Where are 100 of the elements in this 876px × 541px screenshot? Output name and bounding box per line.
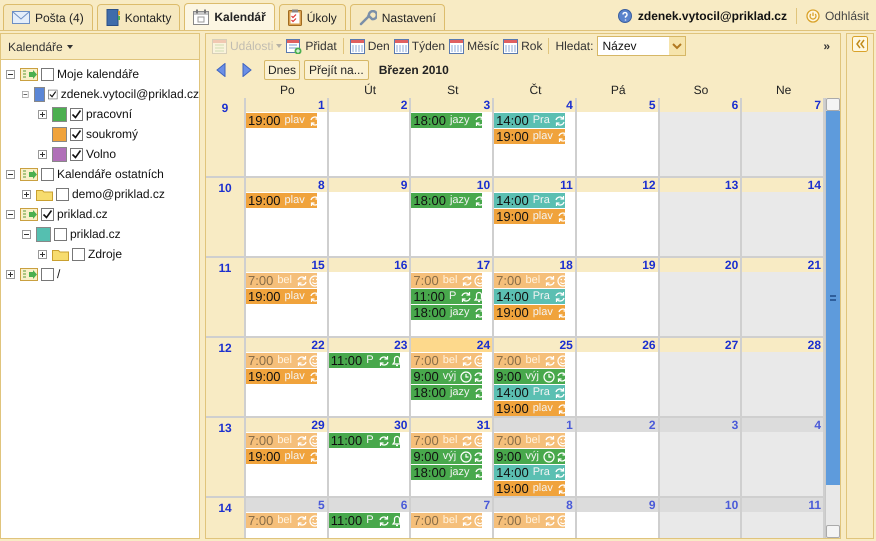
day-cell[interactable]: 4 — [742, 418, 825, 498]
calendar-event[interactable]: 14:00 Pra — [494, 113, 566, 128]
day-cell[interactable]: 10 — [660, 498, 742, 538]
week-number[interactable]: 12 — [218, 339, 232, 416]
calendar-event[interactable]: 11:00 P — [411, 289, 482, 304]
day-cell[interactable]: 24 7:00 bel 9:00 výj 18:00 jazy — [411, 338, 494, 418]
checkbox[interactable] — [70, 108, 83, 120]
calendar-tree-item[interactable]: priklad.cz — [70, 225, 121, 243]
day-number[interactable]: 15 — [311, 258, 325, 274]
checkbox[interactable] — [41, 268, 54, 280]
day-cell[interactable]: 30 11:00 P — [328, 418, 412, 498]
day-number[interactable]: 24 — [476, 338, 490, 354]
week-number[interactable]: 9 — [222, 99, 228, 176]
calendar-event[interactable]: 18:00 jazy — [411, 193, 482, 208]
day-cell[interactable]: 1 7:00 bel 9:00 výj 14:00 Pra 19:00 plav — [494, 418, 577, 498]
day-number[interactable]: 17 — [476, 258, 490, 274]
day-number[interactable]: 31 — [476, 418, 490, 434]
collapse-panel-icon[interactable] — [852, 36, 868, 52]
day-number[interactable]: 1 — [566, 418, 573, 434]
calendar-tree-item[interactable]: Moje kalendáře — [57, 65, 140, 83]
calendar-event[interactable]: 19:00 plav — [246, 289, 317, 304]
calendar-event[interactable]: 19:00 plav — [246, 369, 317, 384]
expand-icon[interactable] — [38, 110, 47, 118]
day-cell[interactable]: 9 — [328, 178, 412, 258]
day-number[interactable]: 2 — [400, 98, 408, 114]
day-cell[interactable]: 16 — [328, 258, 412, 338]
day-cell[interactable]: 29 7:00 bel 19:00 plav — [246, 418, 329, 498]
day-cell[interactable]: 13 — [660, 178, 742, 258]
day-cell[interactable]: 25 7:00 bel 9:00 výj 14:00 Pra 19:00 plav — [494, 338, 577, 418]
day-cell[interactable]: 18 7:00 bel 14:00 Pra 19:00 plav — [494, 258, 577, 338]
tab[interactable]: Úkoly — [278, 4, 346, 30]
day-number[interactable]: 11 — [808, 498, 821, 514]
more-button[interactable]: » — [823, 37, 834, 55]
day-number[interactable]: 11 — [560, 178, 573, 194]
calendar-tree-item[interactable]: demo@priklad.cz — [72, 185, 165, 203]
day-cell[interactable]: 12 — [576, 178, 660, 258]
day-cell[interactable]: 5 7:00 bel — [246, 498, 329, 538]
next-arrow-icon[interactable] — [242, 62, 252, 76]
day-number[interactable]: 9 — [400, 178, 408, 194]
day-number[interactable]: 7 — [814, 98, 821, 114]
day-cell[interactable]: 17 7:00 bel 11:00 P 18:00 jazy — [411, 258, 494, 338]
day-number[interactable]: 21 — [808, 258, 821, 274]
calendar-tree-item[interactable]: soukromý — [86, 125, 138, 143]
day-cell[interactable]: 28 — [742, 338, 825, 418]
day-number[interactable]: 4 — [566, 98, 573, 114]
day-cell[interactable]: 11 — [742, 498, 825, 538]
calendar-event[interactable]: 19:00 plav — [494, 129, 566, 144]
day-number[interactable]: 3 — [483, 98, 490, 114]
calendar-event[interactable]: 18:00 jazy — [411, 113, 482, 128]
calendar-tree-item[interactable]: Volno — [86, 145, 116, 163]
calendar-event[interactable]: 19:00 plav — [246, 193, 317, 208]
calendar-tree-item[interactable]: zdenek.vytocil@priklad.cz — [60, 85, 199, 103]
day-number[interactable]: 22 — [311, 338, 325, 354]
day-cell[interactable]: 2 — [328, 98, 412, 178]
go-to-date-button[interactable]: Přejít na... — [304, 60, 369, 80]
day-cell[interactable]: 22 7:00 bel 19:00 plav — [246, 338, 329, 418]
calendar-tree-item[interactable]: / — [57, 265, 60, 283]
calendar-event[interactable]: 11:00 P — [328, 513, 400, 528]
calendar-event[interactable]: 14:00 Pra — [494, 289, 566, 304]
toolbar-button[interactable]: Den — [350, 36, 390, 56]
day-cell[interactable]: 15 7:00 bel 19:00 plav — [246, 258, 329, 338]
checkbox[interactable] — [41, 68, 54, 80]
day-number[interactable]: 20 — [724, 258, 738, 274]
day-cell[interactable]: 23 11:00 P — [328, 338, 412, 418]
day-number[interactable]: 30 — [394, 418, 408, 434]
calendar-event[interactable]: 9:00 výj — [494, 369, 566, 384]
checkbox[interactable] — [41, 168, 54, 180]
expand-icon[interactable] — [38, 250, 47, 258]
calendar-event[interactable]: 9:00 výj — [411, 369, 482, 384]
day-number[interactable]: 1 — [318, 98, 325, 114]
day-number[interactable]: 4 — [814, 418, 821, 434]
calendar-event[interactable]: 14:00 Pra — [494, 465, 566, 480]
checkbox[interactable] — [72, 248, 85, 260]
calendar-event[interactable]: 14:00 Pra — [494, 193, 566, 208]
day-cell[interactable]: 2 — [576, 418, 660, 498]
toolbar-button[interactable]: Rok — [503, 36, 542, 56]
tab[interactable]: Nastavení — [350, 4, 445, 30]
day-number[interactable]: 26 — [642, 338, 656, 354]
day-cell[interactable]: 20 — [660, 258, 742, 338]
day-cell[interactable]: 8 7:00 bel — [494, 498, 577, 538]
day-number[interactable]: 5 — [318, 498, 325, 514]
day-number[interactable]: 3 — [732, 418, 738, 434]
week-number[interactable]: 14 — [218, 499, 232, 538]
day-number[interactable]: 8 — [318, 178, 325, 194]
day-number[interactable]: 25 — [559, 338, 573, 354]
day-cell[interactable]: 8 19:00 plav — [246, 178, 329, 258]
week-number[interactable]: 11 — [218, 259, 232, 336]
day-number[interactable]: 23 — [394, 338, 408, 354]
collapse-icon[interactable] — [22, 90, 29, 98]
help-icon[interactable] — [618, 9, 632, 23]
day-number[interactable]: 27 — [724, 338, 738, 354]
day-number[interactable]: 12 — [642, 178, 656, 194]
day-cell[interactable]: 1 19:00 plav — [246, 98, 329, 178]
calendar-event[interactable]: 19:00 plav — [494, 481, 566, 496]
calendar-event[interactable]: 18:00 jazy — [411, 305, 482, 320]
day-cell[interactable]: 9 — [576, 498, 660, 538]
checkbox[interactable] — [48, 88, 58, 100]
day-number[interactable]: 2 — [648, 418, 656, 434]
day-number[interactable]: 6 — [400, 498, 408, 514]
day-cell[interactable]: 3 — [660, 418, 742, 498]
